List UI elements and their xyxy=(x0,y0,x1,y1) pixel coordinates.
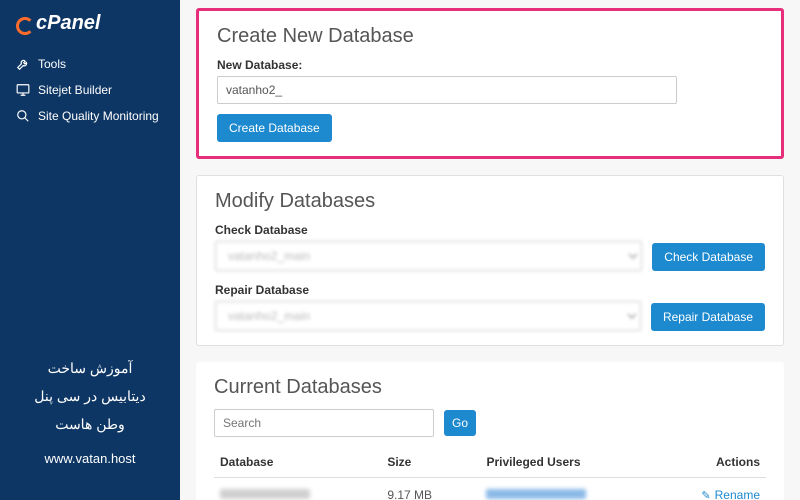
brand-name: cPanel xyxy=(36,12,100,34)
new-database-label: New Database: xyxy=(217,58,763,72)
magnifier-icon xyxy=(16,109,30,123)
panel-title: Create New Database xyxy=(217,25,763,48)
check-database-button[interactable]: Check Database xyxy=(652,243,765,271)
promo-line: وطن هاست xyxy=(16,410,164,438)
logo-icon xyxy=(16,17,34,35)
check-database-label: Check Database xyxy=(215,223,765,237)
db-size: 9.17 MB xyxy=(381,478,480,500)
pencil-icon: ✎ xyxy=(701,489,710,500)
promo-line: آموزش ساخت xyxy=(16,354,164,382)
new-database-input[interactable] xyxy=(217,76,677,104)
col-size: Size xyxy=(381,447,480,478)
repair-database-select[interactable]: vatanho2_main xyxy=(215,301,641,331)
sidebar-item-quality[interactable]: Site Quality Monitoring xyxy=(0,103,180,129)
go-button[interactable]: Go xyxy=(444,410,476,436)
promo-line: دیتابیس در سی پنل xyxy=(16,382,164,410)
sidebar-item-tools[interactable]: Tools xyxy=(0,51,180,77)
sidebar-item-label: Tools xyxy=(38,57,66,71)
sidebar-item-label: Site Quality Monitoring xyxy=(38,109,159,123)
promo-url: www.vatan.host xyxy=(16,446,164,472)
rename-link[interactable]: ✎Rename xyxy=(662,488,760,500)
repair-database-label: Repair Database xyxy=(215,283,765,297)
panel-title: Modify Databases xyxy=(215,190,765,213)
search-input[interactable] xyxy=(214,409,434,437)
panel-title: Current Databases xyxy=(214,376,766,399)
current-databases-panel: Current Databases Go Database Size Privi… xyxy=(196,362,784,500)
db-name-blur xyxy=(220,489,310,499)
wrench-icon xyxy=(16,57,30,71)
create-database-button[interactable]: Create Database xyxy=(217,114,332,142)
col-actions: Actions xyxy=(656,447,766,478)
modify-databases-panel: Modify Databases Check Database vatanho2… xyxy=(196,175,784,346)
monitor-icon xyxy=(16,83,30,97)
db-user-blur[interactable] xyxy=(486,489,586,499)
repair-database-button[interactable]: Repair Database xyxy=(651,303,765,331)
databases-table: Database Size Privileged Users Actions 9… xyxy=(214,447,766,500)
col-users: Privileged Users xyxy=(480,447,655,478)
sidebar: cPanel Tools Sitejet Builder Site Qualit… xyxy=(0,0,180,500)
check-database-select[interactable]: vatanho2_main xyxy=(215,241,642,271)
main-content: Create New Database New Database: Create… xyxy=(180,0,800,500)
sidebar-item-label: Sitejet Builder xyxy=(38,83,112,97)
promo-text: آموزش ساخت دیتابیس در سی پنل وطن هاست ww… xyxy=(0,338,180,488)
logo: cPanel xyxy=(0,12,180,51)
col-database: Database xyxy=(214,447,381,478)
sidebar-item-sitejet[interactable]: Sitejet Builder xyxy=(0,77,180,103)
table-row: 9.17 MB ✎Rename xyxy=(214,478,766,500)
create-database-panel: Create New Database New Database: Create… xyxy=(196,8,784,159)
